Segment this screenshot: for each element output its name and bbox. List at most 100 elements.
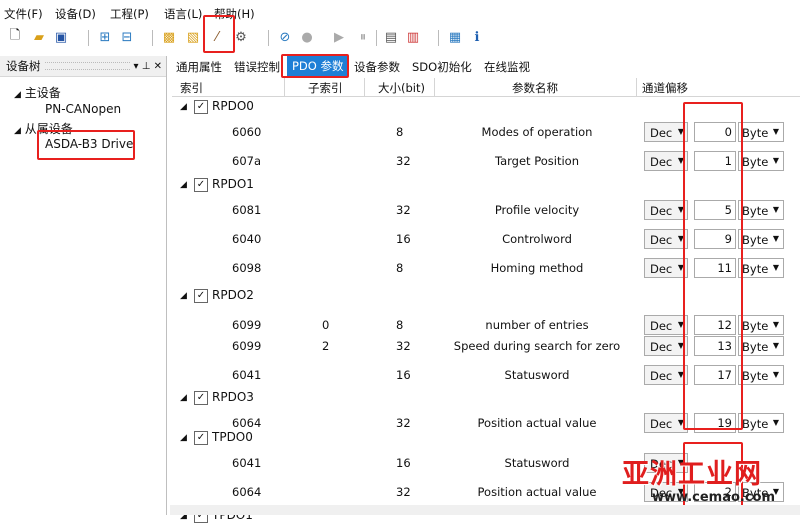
entry-index: 6064 (232, 416, 262, 430)
unit-select[interactable]: Byte ▼ (738, 151, 784, 171)
format-select[interactable]: Dec ▼ (644, 229, 688, 249)
entry-index: 6040 (232, 232, 262, 246)
group-name: RPDO3 (212, 390, 254, 404)
report-icon[interactable]: ▤ (382, 28, 400, 46)
menu-file[interactable]: 文件(F) (4, 6, 43, 22)
group-checkbox[interactable]: ✓ (194, 100, 208, 114)
run-icon[interactable]: ▶ (330, 28, 348, 46)
collapse-arrow-icon[interactable]: ◢ (180, 102, 187, 112)
device-tree-title: 设备树 (6, 59, 41, 73)
format-select[interactable]: Dec ▼ (644, 365, 688, 385)
topology-icon[interactable]: ⊟ (118, 28, 136, 46)
entry-index: 607a (232, 154, 261, 168)
entry-index: 6060 (232, 125, 262, 139)
entry-param-name: Statusword (504, 456, 570, 470)
unit-select[interactable]: Byte ▼ (738, 336, 784, 356)
group-checkbox[interactable]: ✓ (194, 391, 208, 405)
unit-select[interactable]: Byte ▼ (738, 365, 784, 385)
unit-select[interactable]: Byte ▼ (738, 315, 784, 335)
stop-icon[interactable]: ● (298, 28, 316, 46)
menu-bar: 文件(F) 设备(D) 工程(P) 语言(L) 帮助(H) (0, 0, 800, 24)
group-checkbox[interactable]: ✓ (194, 178, 208, 192)
highlight-magic-wand (203, 15, 235, 53)
help-doc-icon[interactable]: ▦ (446, 28, 464, 46)
watermark-main: 亚洲工业网 (622, 459, 762, 490)
format-select[interactable]: Dec ▼ (644, 151, 688, 171)
unit-select[interactable]: Byte ▼ (738, 258, 784, 278)
network-icon[interactable]: ⊞ (96, 28, 114, 46)
entry-index: 6081 (232, 203, 262, 217)
connect-icon[interactable]: ⊘ (276, 28, 294, 46)
entry-index: 6041 (232, 368, 262, 382)
entry-param-name: Position actual value (477, 416, 597, 430)
entry-index: 6098 (232, 261, 262, 275)
device-tree-panel: 设备树 ▾ ⊥ ✕ ◢ 主设备 PN-CANopen ◢ 从属设备 ASDA-B… (0, 56, 167, 515)
tab-online-monitor[interactable]: 在线监视 (484, 59, 530, 75)
highlight-slave-device (37, 130, 135, 160)
entry-subindex: 0 (322, 318, 330, 332)
horizontal-scrollbar[interactable] (170, 505, 800, 515)
open-folder-icon[interactable]: ▰ (30, 28, 48, 46)
group-checkbox[interactable]: ✓ (194, 289, 208, 303)
entry-param-name: Modes of operation (481, 125, 593, 139)
format-select[interactable]: Dec ▼ (644, 336, 688, 356)
collapse-arrow-icon[interactable]: ◢ (180, 291, 187, 301)
menu-project[interactable]: 工程(P) (110, 6, 149, 22)
entry-size: 32 (396, 485, 411, 499)
entry-param-name: Speed during search for zero (453, 339, 621, 353)
collapse-arrow-icon[interactable]: ◢ (180, 433, 187, 443)
info-icon[interactable]: ℹ (468, 28, 486, 46)
watermark-sub: www.cemao.com (652, 490, 776, 505)
group-checkbox[interactable]: ✓ (194, 431, 208, 445)
tab-general[interactable]: 通用属性 (176, 59, 222, 75)
tree-master-node[interactable]: ◢ 主设备 (14, 84, 61, 101)
toolbar: 🗋 ▰ ▣ ⊞ ⊟ ▩ ▧ ⁄ ⚙ ⊘ ● ▶ ⏸ ▤ ▥ ▦ ℹ (0, 25, 800, 53)
menu-device[interactable]: 设备(D) (55, 6, 96, 22)
upload-icon[interactable]: ▧ (184, 28, 202, 46)
unit-select[interactable]: Byte ▼ (738, 200, 784, 220)
entry-index: 6099 (232, 318, 262, 332)
col-size: 大小(bit) (378, 81, 425, 95)
entry-param-name: Target Position (494, 154, 579, 168)
entry-param-name: Statusword (504, 368, 570, 382)
entry-param-name: number of entries (485, 318, 589, 332)
tab-bar: 通用属性 错误控制 PDO 参数 设备参数 SDO初始化 在线监视 (170, 56, 800, 76)
delete-doc-icon[interactable]: ▥ (404, 28, 422, 46)
format-select[interactable]: Dec ▼ (644, 200, 688, 220)
format-select[interactable]: Dec ▼ (644, 258, 688, 278)
new-file-icon[interactable]: 🗋 (6, 28, 24, 46)
format-select[interactable]: Dec ▼ (644, 315, 688, 335)
collapse-arrow-icon[interactable]: ◢ (180, 180, 187, 190)
entry-param-name: Profile velocity (494, 203, 580, 217)
format-select[interactable]: Dec ▼ (644, 122, 688, 142)
entry-param-name: Controlword (502, 232, 572, 246)
collapse-arrow-icon[interactable]: ◢ (180, 393, 187, 403)
col-param-name: 参数名称 (512, 81, 558, 95)
entry-param-name: Position actual value (477, 485, 597, 499)
tab-device-params[interactable]: 设备参数 (354, 59, 400, 75)
col-index: 索引 (180, 81, 203, 95)
entry-size: 32 (396, 203, 411, 217)
pause-icon[interactable]: ⏸ (354, 28, 372, 46)
download-icon[interactable]: ▩ (160, 28, 178, 46)
panel-controls[interactable]: ▾ ⊥ ✕ (134, 61, 162, 72)
entry-size: 32 (396, 339, 411, 353)
save-icon[interactable]: ▣ (52, 28, 70, 46)
entry-size: 8 (396, 318, 404, 332)
entry-size: 8 (396, 125, 404, 139)
tree-master-child[interactable]: PN-CANopen (45, 102, 121, 116)
unit-select[interactable]: Byte ▼ (738, 122, 784, 142)
entry-index: 6041 (232, 456, 262, 470)
tab-error-control[interactable]: 错误控制 (234, 59, 280, 75)
menu-language[interactable]: 语言(L) (164, 6, 202, 22)
col-subindex: 子索引 (308, 81, 343, 95)
highlight-pdo-tab (281, 54, 349, 78)
group-name: RPDO1 (212, 177, 254, 191)
group-name: RPDO2 (212, 288, 254, 302)
entry-size: 16 (396, 456, 411, 470)
group-name: RPDO0 (212, 99, 254, 113)
device-tree-header: 设备树 ▾ ⊥ ✕ (0, 56, 166, 77)
tab-sdo-init[interactable]: SDO初始化 (412, 59, 472, 75)
entry-param-name: Homing method (490, 261, 584, 275)
unit-select[interactable]: Byte ▼ (738, 229, 784, 249)
